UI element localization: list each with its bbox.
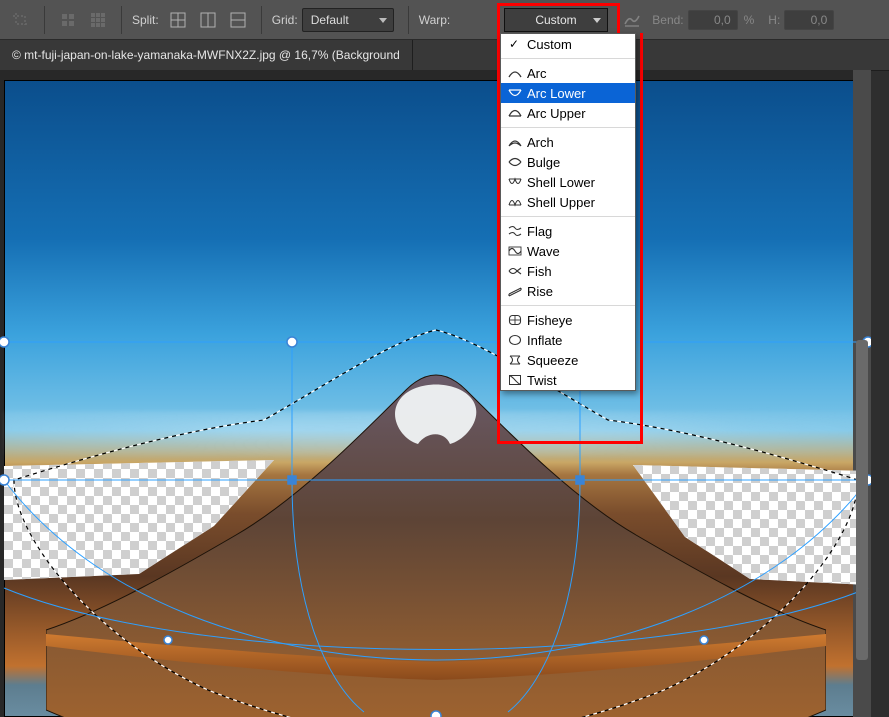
arc-icon [507, 66, 522, 80]
split-label: Split: [132, 13, 159, 27]
arc-upper-icon [507, 106, 522, 120]
arch-icon [507, 135, 522, 149]
warp-option-squeeze[interactable]: Squeeze [501, 350, 635, 370]
twist-icon [507, 373, 522, 387]
warp-option-arc-upper[interactable]: Arc Upper [501, 103, 635, 123]
document-tab[interactable]: © mt-fuji-japan-on-lake-yamanaka-MWFNX2Z… [0, 40, 413, 70]
split-crosswise-button[interactable] [165, 7, 191, 33]
dd-label: Fish [527, 264, 552, 279]
toolbar-separator [44, 6, 45, 34]
warp-style-select[interactable]: Custom [504, 8, 608, 32]
dropdown-separator [501, 58, 635, 59]
dd-label: Rise [527, 284, 553, 299]
warp-option-flag[interactable]: Flag [501, 221, 635, 241]
bulge-icon [507, 155, 522, 169]
fish-icon [507, 264, 522, 278]
dd-label: Arch [527, 135, 554, 150]
toolbar-separator [408, 6, 409, 34]
h-distort-label: H: [768, 13, 780, 27]
toolbar-separator [261, 6, 262, 34]
warp-option-shell-lower[interactable]: Shell Lower [501, 172, 635, 192]
warp-option-twist[interactable]: Twist [501, 370, 635, 390]
flag-icon [507, 224, 522, 238]
grid-label: Grid: [272, 13, 298, 27]
grid-options-icon [85, 7, 111, 33]
dd-label: Arc Lower [527, 86, 586, 101]
dropdown-separator [501, 305, 635, 306]
split-vertical-button[interactable] [195, 7, 221, 33]
transform-options-toolbar: Split: Grid: Default Warp: Bend: 0,0 % H… [0, 0, 889, 40]
warp-option-custom[interactable]: Custom [501, 34, 635, 54]
dd-label: Shell Lower [527, 175, 595, 190]
warp-option-arch[interactable]: Arch [501, 132, 635, 152]
warp-style-dropdown[interactable]: Custom Arc Arc Lower Arc Upper Arch Bulg… [500, 33, 636, 391]
arc-lower-icon [507, 86, 522, 100]
dd-label: Custom [527, 37, 572, 52]
warp-option-arc-lower[interactable]: Arc Lower [501, 83, 635, 103]
dd-label: Inflate [527, 333, 562, 348]
dd-label: Bulge [527, 155, 560, 170]
dd-label: Wave [527, 244, 560, 259]
percent-label: % [744, 13, 755, 27]
document-tab-title: © mt-fuji-japan-on-lake-yamanaka-MWFNX2Z… [12, 48, 400, 62]
shell-upper-icon [507, 195, 522, 209]
canvas-area[interactable] [0, 70, 871, 717]
shell-lower-icon [507, 175, 522, 189]
grid-select-value: Default [311, 13, 349, 27]
warp-option-rise[interactable]: Rise [501, 281, 635, 301]
wave-icon [507, 244, 522, 258]
fisheye-icon [507, 313, 522, 327]
warp-option-arc[interactable]: Arc [501, 63, 635, 83]
dd-label: Flag [527, 224, 552, 239]
dd-label: Fisheye [527, 313, 573, 328]
dd-label: Shell Upper [527, 195, 595, 210]
toggle-warp-mesh-button[interactable] [620, 8, 644, 32]
dropdown-separator [501, 127, 635, 128]
inflate-icon [507, 333, 522, 347]
warp-style-value: Custom [535, 13, 576, 27]
warp-option-fish[interactable]: Fish [501, 261, 635, 281]
document-image [4, 80, 868, 717]
rise-icon [507, 284, 522, 298]
vertical-scrollbar-thumb[interactable] [856, 340, 868, 660]
dd-label: Arc [527, 66, 547, 81]
dd-label: Arc Upper [527, 106, 586, 121]
squeeze-icon [507, 353, 522, 367]
split-horizontal-button[interactable] [225, 7, 251, 33]
mountain-illustration [46, 350, 826, 717]
dd-label: Squeeze [527, 353, 578, 368]
toolbar-separator [121, 6, 122, 34]
h-distort-field[interactable]: 0,0 [784, 10, 834, 30]
dd-label: Twist [527, 373, 557, 388]
warp-option-wave[interactable]: Wave [501, 241, 635, 261]
warp-option-fisheye[interactable]: Fisheye [501, 310, 635, 330]
warp-option-inflate[interactable]: Inflate [501, 330, 635, 350]
bend-field[interactable]: 0,0 [688, 10, 738, 30]
grid-select[interactable]: Default [302, 8, 394, 32]
chevron-down-icon [593, 18, 601, 23]
delete-warp-split-icon [55, 7, 81, 33]
dropdown-separator [501, 216, 635, 217]
document-tab-strip: © mt-fuji-japan-on-lake-yamanaka-MWFNX2Z… [0, 40, 889, 71]
crop-tool-icon [8, 7, 34, 33]
warp-label: Warp: [419, 13, 451, 27]
bend-label: Bend: [652, 13, 683, 27]
warp-option-bulge[interactable]: Bulge [501, 152, 635, 172]
warp-option-shell-upper[interactable]: Shell Upper [501, 192, 635, 212]
